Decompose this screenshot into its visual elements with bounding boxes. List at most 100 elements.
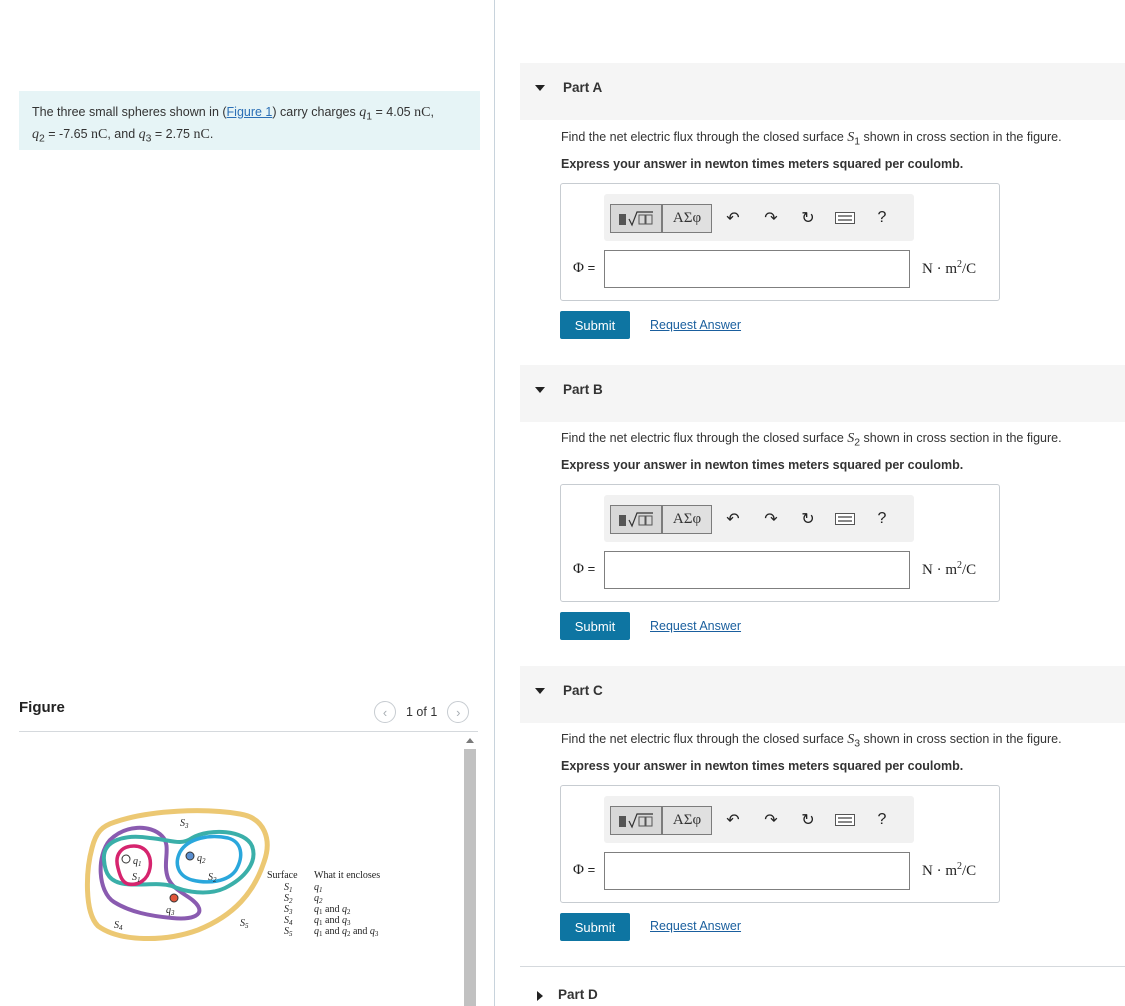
figure-title: Figure <box>19 699 65 716</box>
part-a-answer-box: ΑΣφ ↶ ↷ ↻ ? Φ = N · m2/C <box>560 183 1000 301</box>
phi-equals: = <box>583 862 596 877</box>
figure-link[interactable]: Figure 1 <box>227 105 273 119</box>
part-d-header[interactable]: Part D <box>520 970 1125 1006</box>
charge-q3 <box>169 893 179 903</box>
reset-icon[interactable]: ↻ <box>798 208 818 228</box>
problem-text-suffix: ) carry charges <box>272 105 360 119</box>
redo-icon[interactable]: ↷ <box>761 509 781 529</box>
q2-symbol: q <box>32 126 39 142</box>
templates-icon[interactable] <box>610 204 662 233</box>
question-suffix: shown in cross section in the figure. <box>860 732 1062 746</box>
answer-input[interactable] <box>604 852 910 890</box>
question-suffix: shown in cross section in the figure. <box>860 130 1062 144</box>
problem-statement: The three small spheres shown in (Figure… <box>19 91 480 150</box>
answer-input[interactable] <box>604 551 910 589</box>
units-post: /C <box>962 562 977 578</box>
q2-value: = -7.65 <box>44 126 92 141</box>
templates-icon[interactable] <box>610 505 662 534</box>
units-pre: N · m <box>922 562 957 578</box>
q3-symbol: q <box>138 126 146 142</box>
question-prefix: Find the net electric flux through the c… <box>561 130 848 144</box>
submit-button[interactable]: Submit <box>560 913 630 941</box>
phi-label: Φ = <box>573 260 595 277</box>
units-label: N · m2/C <box>922 259 976 278</box>
phi-symbol: Φ <box>573 561 584 577</box>
collapse-arrow-icon[interactable] <box>535 387 545 393</box>
redo-icon[interactable]: ↷ <box>761 810 781 830</box>
collapse-arrow-icon[interactable] <box>535 85 545 91</box>
table-header-encloses: What it encloses <box>314 870 380 881</box>
undo-icon[interactable]: ↶ <box>723 509 743 529</box>
templates-icon[interactable] <box>610 806 662 835</box>
q1-value: = 4.05 <box>372 105 415 119</box>
units-label: N · m2/C <box>922 560 976 579</box>
label-s2: S2 <box>208 872 217 884</box>
reset-icon[interactable]: ↻ <box>798 509 818 529</box>
greek-symbols-icon[interactable]: ΑΣφ <box>662 806 712 835</box>
q3-value: = 2.75 <box>151 126 194 141</box>
part-b-instruction: Express your answer in newton times mete… <box>561 458 964 472</box>
label-q2: q2 <box>197 853 206 865</box>
gauss-surfaces-figure: q1 q2 q3 S3 S1 S2 S4 S5 Surface What it … <box>84 808 380 942</box>
reset-icon[interactable]: ↻ <box>798 810 818 830</box>
part-c-title: Part C <box>563 683 603 698</box>
help-icon[interactable]: ? <box>872 509 892 529</box>
charge-q1 <box>121 854 131 864</box>
scroll-thumb[interactable] <box>464 749 476 1006</box>
keyboard-icon[interactable] <box>835 208 855 228</box>
request-answer-link[interactable]: Request Answer <box>650 318 741 332</box>
submit-button[interactable]: Submit <box>560 612 630 640</box>
part-b-header[interactable]: Part B <box>520 365 1125 422</box>
question-suffix: shown in cross section in the figure. <box>860 431 1062 445</box>
request-answer-link[interactable]: Request Answer <box>650 919 741 933</box>
label-q1: q1 <box>133 856 142 868</box>
table-header-surface: Surface <box>267 870 298 881</box>
collapse-arrow-icon[interactable] <box>535 688 545 694</box>
q3-unit: nC <box>193 126 210 142</box>
scroll-up-icon[interactable] <box>466 738 474 743</box>
request-answer-link[interactable]: Request Answer <box>650 619 741 633</box>
answer-input[interactable] <box>604 250 910 288</box>
problem-comma: , <box>430 105 434 119</box>
part-b-title: Part B <box>563 382 603 397</box>
math-toolbar: ΑΣφ ↶ ↷ ↻ ? <box>604 796 914 843</box>
charge-q2 <box>185 851 195 861</box>
figure-scrollbar[interactable] <box>462 734 478 1006</box>
phi-symbol: Φ <box>573 260 584 276</box>
phi-equals: = <box>583 561 596 576</box>
expand-arrow-icon[interactable] <box>537 991 543 1001</box>
keyboard-icon[interactable] <box>835 509 855 529</box>
part-a-header[interactable]: Part A <box>520 63 1125 120</box>
redo-icon[interactable]: ↷ <box>761 208 781 228</box>
q1-unit: nC <box>414 105 431 120</box>
label-s5: S5 <box>240 918 249 930</box>
units-pre: N · m <box>922 261 957 277</box>
help-icon[interactable]: ? <box>872 810 892 830</box>
chevron-left-icon[interactable]: ‹ <box>374 701 396 723</box>
undo-icon[interactable]: ↶ <box>723 810 743 830</box>
math-toolbar: ΑΣφ ↶ ↷ ↻ ? <box>604 495 914 542</box>
help-icon[interactable]: ? <box>872 208 892 228</box>
math-toolbar: ΑΣφ ↶ ↷ ↻ ? <box>604 194 914 241</box>
table-rows: S1 q1 S2 q2 S3 q1 and q2 S4 q1 and q3 S5… <box>284 882 379 938</box>
row-s5-surface: S5 <box>284 926 293 938</box>
problem-text-prefix: The three small spheres shown in ( <box>32 105 227 119</box>
problem-period: . <box>209 126 214 141</box>
question-prefix: Find the net electric flux through the c… <box>561 431 848 445</box>
part-c-question: Find the net electric flux through the c… <box>561 732 1062 750</box>
part-d-divider <box>520 966 1125 967</box>
greek-symbols-icon[interactable]: ΑΣφ <box>662 505 712 534</box>
undo-icon[interactable]: ↶ <box>723 208 743 228</box>
label-s1: S1 <box>132 872 141 884</box>
keyboard-icon[interactable] <box>835 810 855 830</box>
part-b-question: Find the net electric flux through the c… <box>561 431 1062 449</box>
phi-symbol: Φ <box>573 862 584 878</box>
greek-symbols-icon[interactable]: ΑΣφ <box>662 204 712 233</box>
submit-button[interactable]: Submit <box>560 311 630 339</box>
units-post: /C <box>962 261 977 277</box>
part-c-header[interactable]: Part C <box>520 666 1125 723</box>
chevron-right-icon[interactable]: › <box>447 701 470 723</box>
part-a-instruction: Express your answer in newton times mete… <box>561 157 964 171</box>
pager-label: 1 of 1 <box>406 705 438 719</box>
column-divider <box>494 0 495 1006</box>
